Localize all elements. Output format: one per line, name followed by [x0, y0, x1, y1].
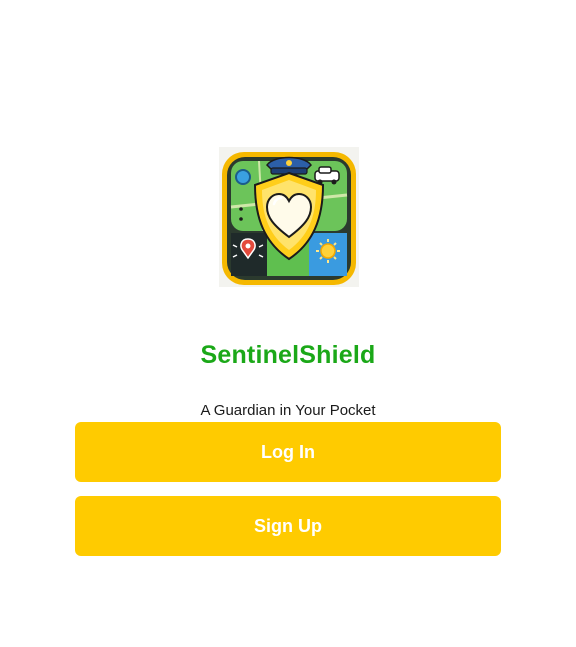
app-tagline: A Guardian in Your Pocket: [200, 402, 376, 419]
app-name: SentinelShield: [200, 341, 376, 369]
welcome-screen: SentinelShield A Guardian in Your Pocket…: [0, 0, 576, 647]
login-button[interactable]: Log In: [75, 422, 501, 482]
app-logo: [219, 147, 359, 287]
shield-heart-logo-icon: [222, 152, 356, 285]
signup-button[interactable]: Sign Up: [75, 496, 501, 556]
